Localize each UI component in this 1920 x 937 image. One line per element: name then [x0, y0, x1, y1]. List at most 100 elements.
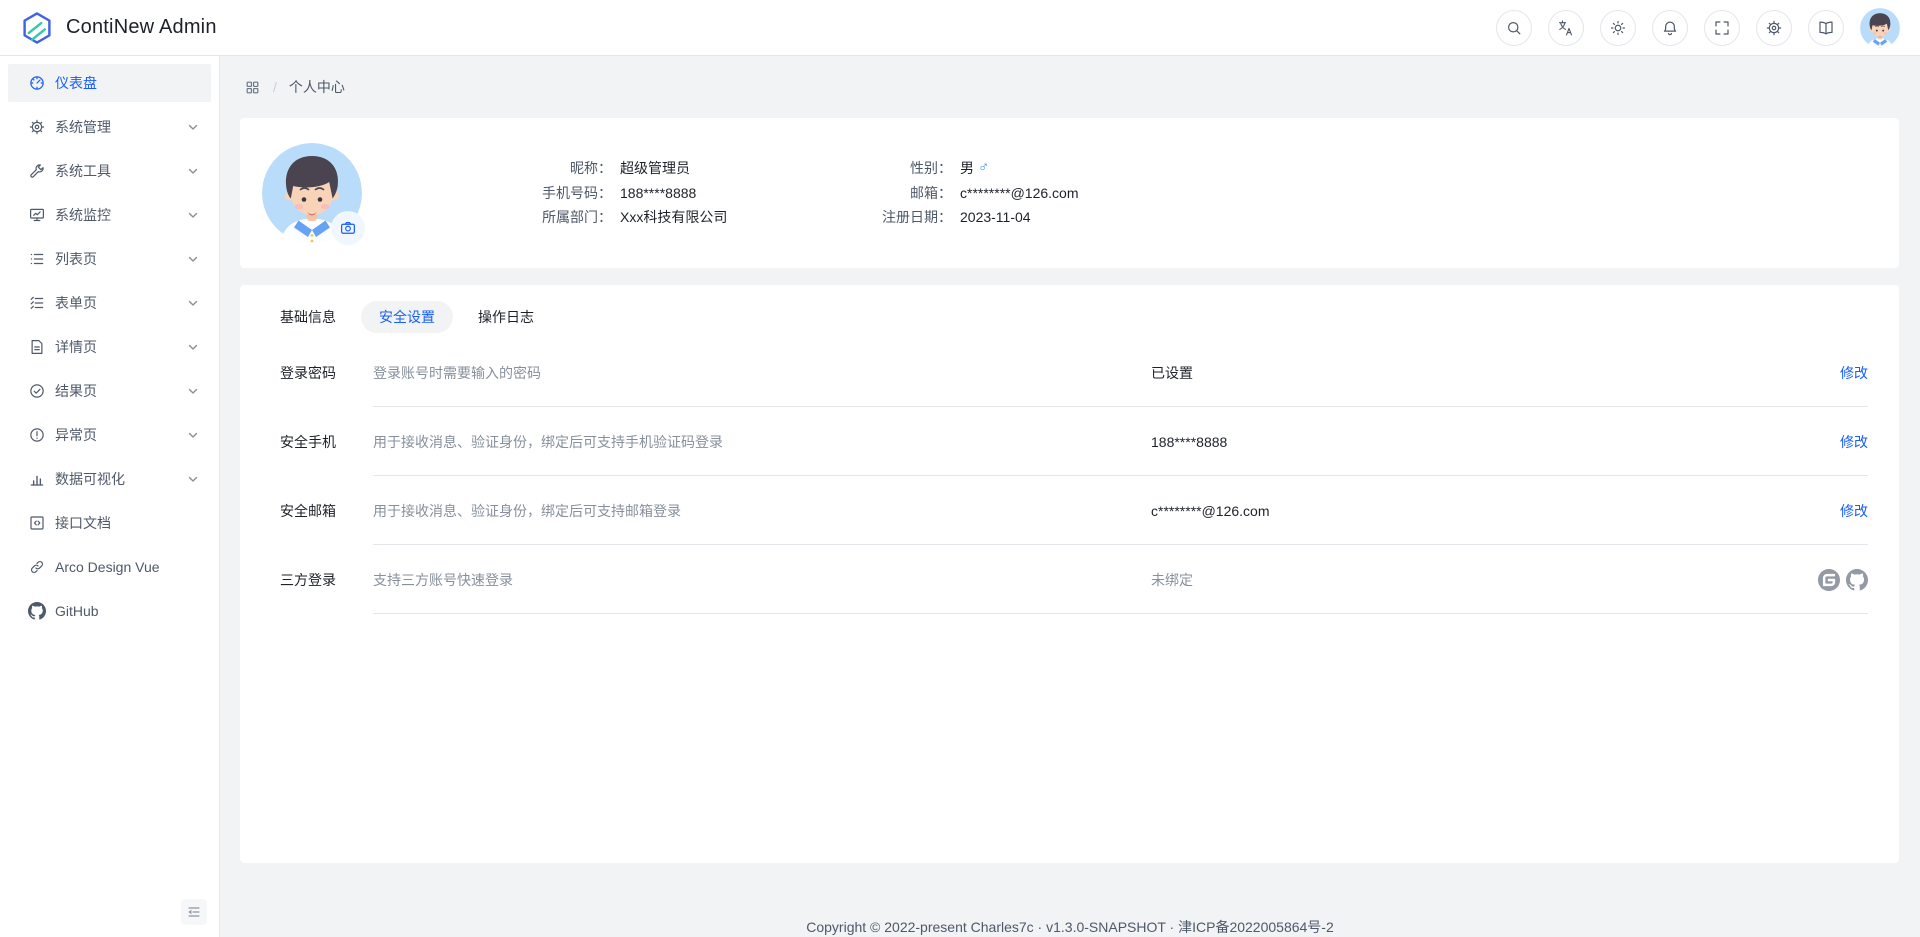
- security-row-description: 支持三方账号快速登录: [373, 570, 1151, 590]
- profile-field: 性别： 男 ♂: [868, 156, 1208, 181]
- menu-item-icon: [28, 602, 46, 620]
- sidebar-item-data-visualization[interactable]: 数据可视化: [8, 460, 211, 498]
- male-symbol-icon: ♂: [978, 156, 989, 181]
- sidebar-item-detail-pages[interactable]: 详情页: [8, 328, 211, 366]
- security-row-login-password: 登录密码 登录账号时需要输入的密码 已设置 修改: [280, 338, 1868, 407]
- security-row-description: 登录账号时需要输入的密码: [373, 363, 1151, 383]
- translate-icon: [1557, 19, 1575, 37]
- menu-item-icon: [28, 118, 46, 136]
- gitee-icon[interactable]: [1818, 569, 1840, 591]
- language-button[interactable]: [1548, 10, 1584, 46]
- gear-icon: [1765, 19, 1783, 37]
- search-button[interactable]: [1496, 10, 1532, 46]
- sidebar-item-dashboard[interactable]: 仪表盘: [8, 64, 211, 102]
- change-avatar-button[interactable]: [331, 211, 365, 245]
- security-row-label: 安全手机: [280, 432, 373, 452]
- bell-icon: [1661, 19, 1679, 37]
- menu-item-icon: [28, 294, 46, 312]
- chevron-down-icon: [187, 429, 199, 441]
- sidebar-item-system-management[interactable]: 系统管理: [8, 108, 211, 146]
- docs-button[interactable]: [1808, 10, 1844, 46]
- menu-item-icon: [28, 514, 46, 532]
- theme-button[interactable]: [1600, 10, 1636, 46]
- main-layout: 仪表盘 系统管理 系统工具 系统监控: [0, 56, 1920, 937]
- logo-hexagon-icon: [20, 11, 54, 45]
- menu-item-label: 系统监控: [55, 205, 187, 225]
- menu-item-icon: [28, 338, 46, 356]
- profile-field-value: 188****8888: [620, 181, 696, 206]
- modify-link[interactable]: 修改: [1840, 501, 1868, 521]
- tab-basic-info[interactable]: 基础信息: [280, 301, 336, 333]
- security-row-value: c********@126.com: [1151, 503, 1840, 519]
- breadcrumb-separator: /: [273, 79, 277, 95]
- sidebar-item-github[interactable]: GitHub: [8, 592, 211, 630]
- profile-field-label: 昵称：: [528, 156, 612, 181]
- user-avatar-button[interactable]: [1860, 8, 1900, 48]
- apps-grid-icon[interactable]: [244, 79, 261, 96]
- profile-field-label: 所属部门：: [528, 205, 612, 230]
- profile-field-label: 邮箱：: [868, 181, 952, 206]
- sidebar-item-form-pages[interactable]: 表单页: [8, 284, 211, 322]
- menu-item-label: 仪表盘: [55, 73, 199, 93]
- chevron-down-icon: [187, 473, 199, 485]
- user-avatar: [1860, 8, 1900, 48]
- security-row-description: 用于接收消息、验证身份，绑定后可支持手机验证码登录: [373, 432, 1151, 452]
- modify-link[interactable]: 修改: [1840, 432, 1868, 452]
- notifications-button[interactable]: [1652, 10, 1688, 46]
- breadcrumb: / 个人中心: [220, 56, 1920, 118]
- profile-field: 注册日期： 2023-11-04: [868, 205, 1208, 230]
- menu-item-label: 结果页: [55, 381, 187, 401]
- profile-field-value: 超级管理员: [620, 156, 690, 181]
- chevron-down-icon: [187, 209, 199, 221]
- sidebar-item-system-tools[interactable]: 系统工具: [8, 152, 211, 190]
- sidebar: 仪表盘 系统管理 系统工具 系统监控: [0, 56, 220, 937]
- menu-item-icon: [28, 470, 46, 488]
- third-party-login-icons: [1818, 569, 1868, 591]
- sidebar-item-list-pages[interactable]: 列表页: [8, 240, 211, 278]
- sidebar-item-exception-pages[interactable]: 异常页: [8, 416, 211, 454]
- profile-avatar: [262, 143, 362, 243]
- chevron-down-icon: [187, 121, 199, 133]
- collapse-sidebar-button[interactable]: [181, 899, 207, 925]
- breadcrumb-current: 个人中心: [289, 77, 345, 97]
- tab-operation-log[interactable]: 操作日志: [478, 301, 534, 333]
- fullscreen-icon: [1713, 19, 1731, 37]
- profile-field: 昵称： 超级管理员: [528, 156, 868, 181]
- menu-item-icon: [28, 74, 46, 92]
- menu-item-label: 列表页: [55, 249, 187, 269]
- modify-link[interactable]: 修改: [1840, 363, 1868, 383]
- menu-item-label: 详情页: [55, 337, 187, 357]
- menu-item-icon: [28, 162, 46, 180]
- sidebar-item-system-monitor[interactable]: 系统监控: [8, 196, 211, 234]
- menu-item-label: 数据可视化: [55, 469, 187, 489]
- menu-item-label: 系统工具: [55, 161, 187, 181]
- profile-info: 昵称： 超级管理员 手机号码： 188****8888 所属部门：: [528, 156, 1208, 230]
- github-icon[interactable]: [1846, 569, 1868, 591]
- sidebar-item-arco-design-vue[interactable]: Arco Design Vue: [8, 548, 211, 586]
- app-title: ContiNew Admin: [66, 16, 217, 39]
- security-row-value: 188****8888: [1151, 434, 1840, 450]
- profile-field-label: 注册日期：: [868, 205, 952, 230]
- profile-field: 邮箱： c********@126.com: [868, 181, 1208, 206]
- sidebar-item-result-pages[interactable]: 结果页: [8, 372, 211, 410]
- menu-item-label: 表单页: [55, 293, 187, 313]
- settings-button[interactable]: [1756, 10, 1792, 46]
- tab-security-settings[interactable]: 安全设置: [361, 301, 453, 333]
- app-logo[interactable]: ContiNew Admin: [20, 11, 217, 45]
- profile-field-label: 手机号码：: [528, 181, 612, 206]
- profile-field-value: 2023-11-04: [960, 205, 1031, 230]
- profile-info-left: 昵称： 超级管理员 手机号码： 188****8888 所属部门：: [528, 156, 868, 230]
- profile-field-value: 男: [960, 156, 974, 181]
- menu-item-icon: [28, 250, 46, 268]
- security-row-label: 登录密码: [280, 363, 373, 383]
- header-actions: [1496, 8, 1900, 48]
- fullscreen-button[interactable]: [1704, 10, 1740, 46]
- security-row-label: 安全邮箱: [280, 501, 373, 521]
- security-row-label: 三方登录: [280, 570, 373, 590]
- profile-field-value: c********@126.com: [960, 181, 1079, 206]
- app-root: ContiNew Admin: [0, 0, 1920, 937]
- security-row-third-party: 三方登录 支持三方账号快速登录 未绑定: [280, 545, 1868, 614]
- tabs: 基础信息 安全设置 操作日志: [280, 301, 1868, 333]
- menu-item-icon: [28, 426, 46, 444]
- sidebar-item-api-docs[interactable]: 接口文档: [8, 504, 211, 542]
